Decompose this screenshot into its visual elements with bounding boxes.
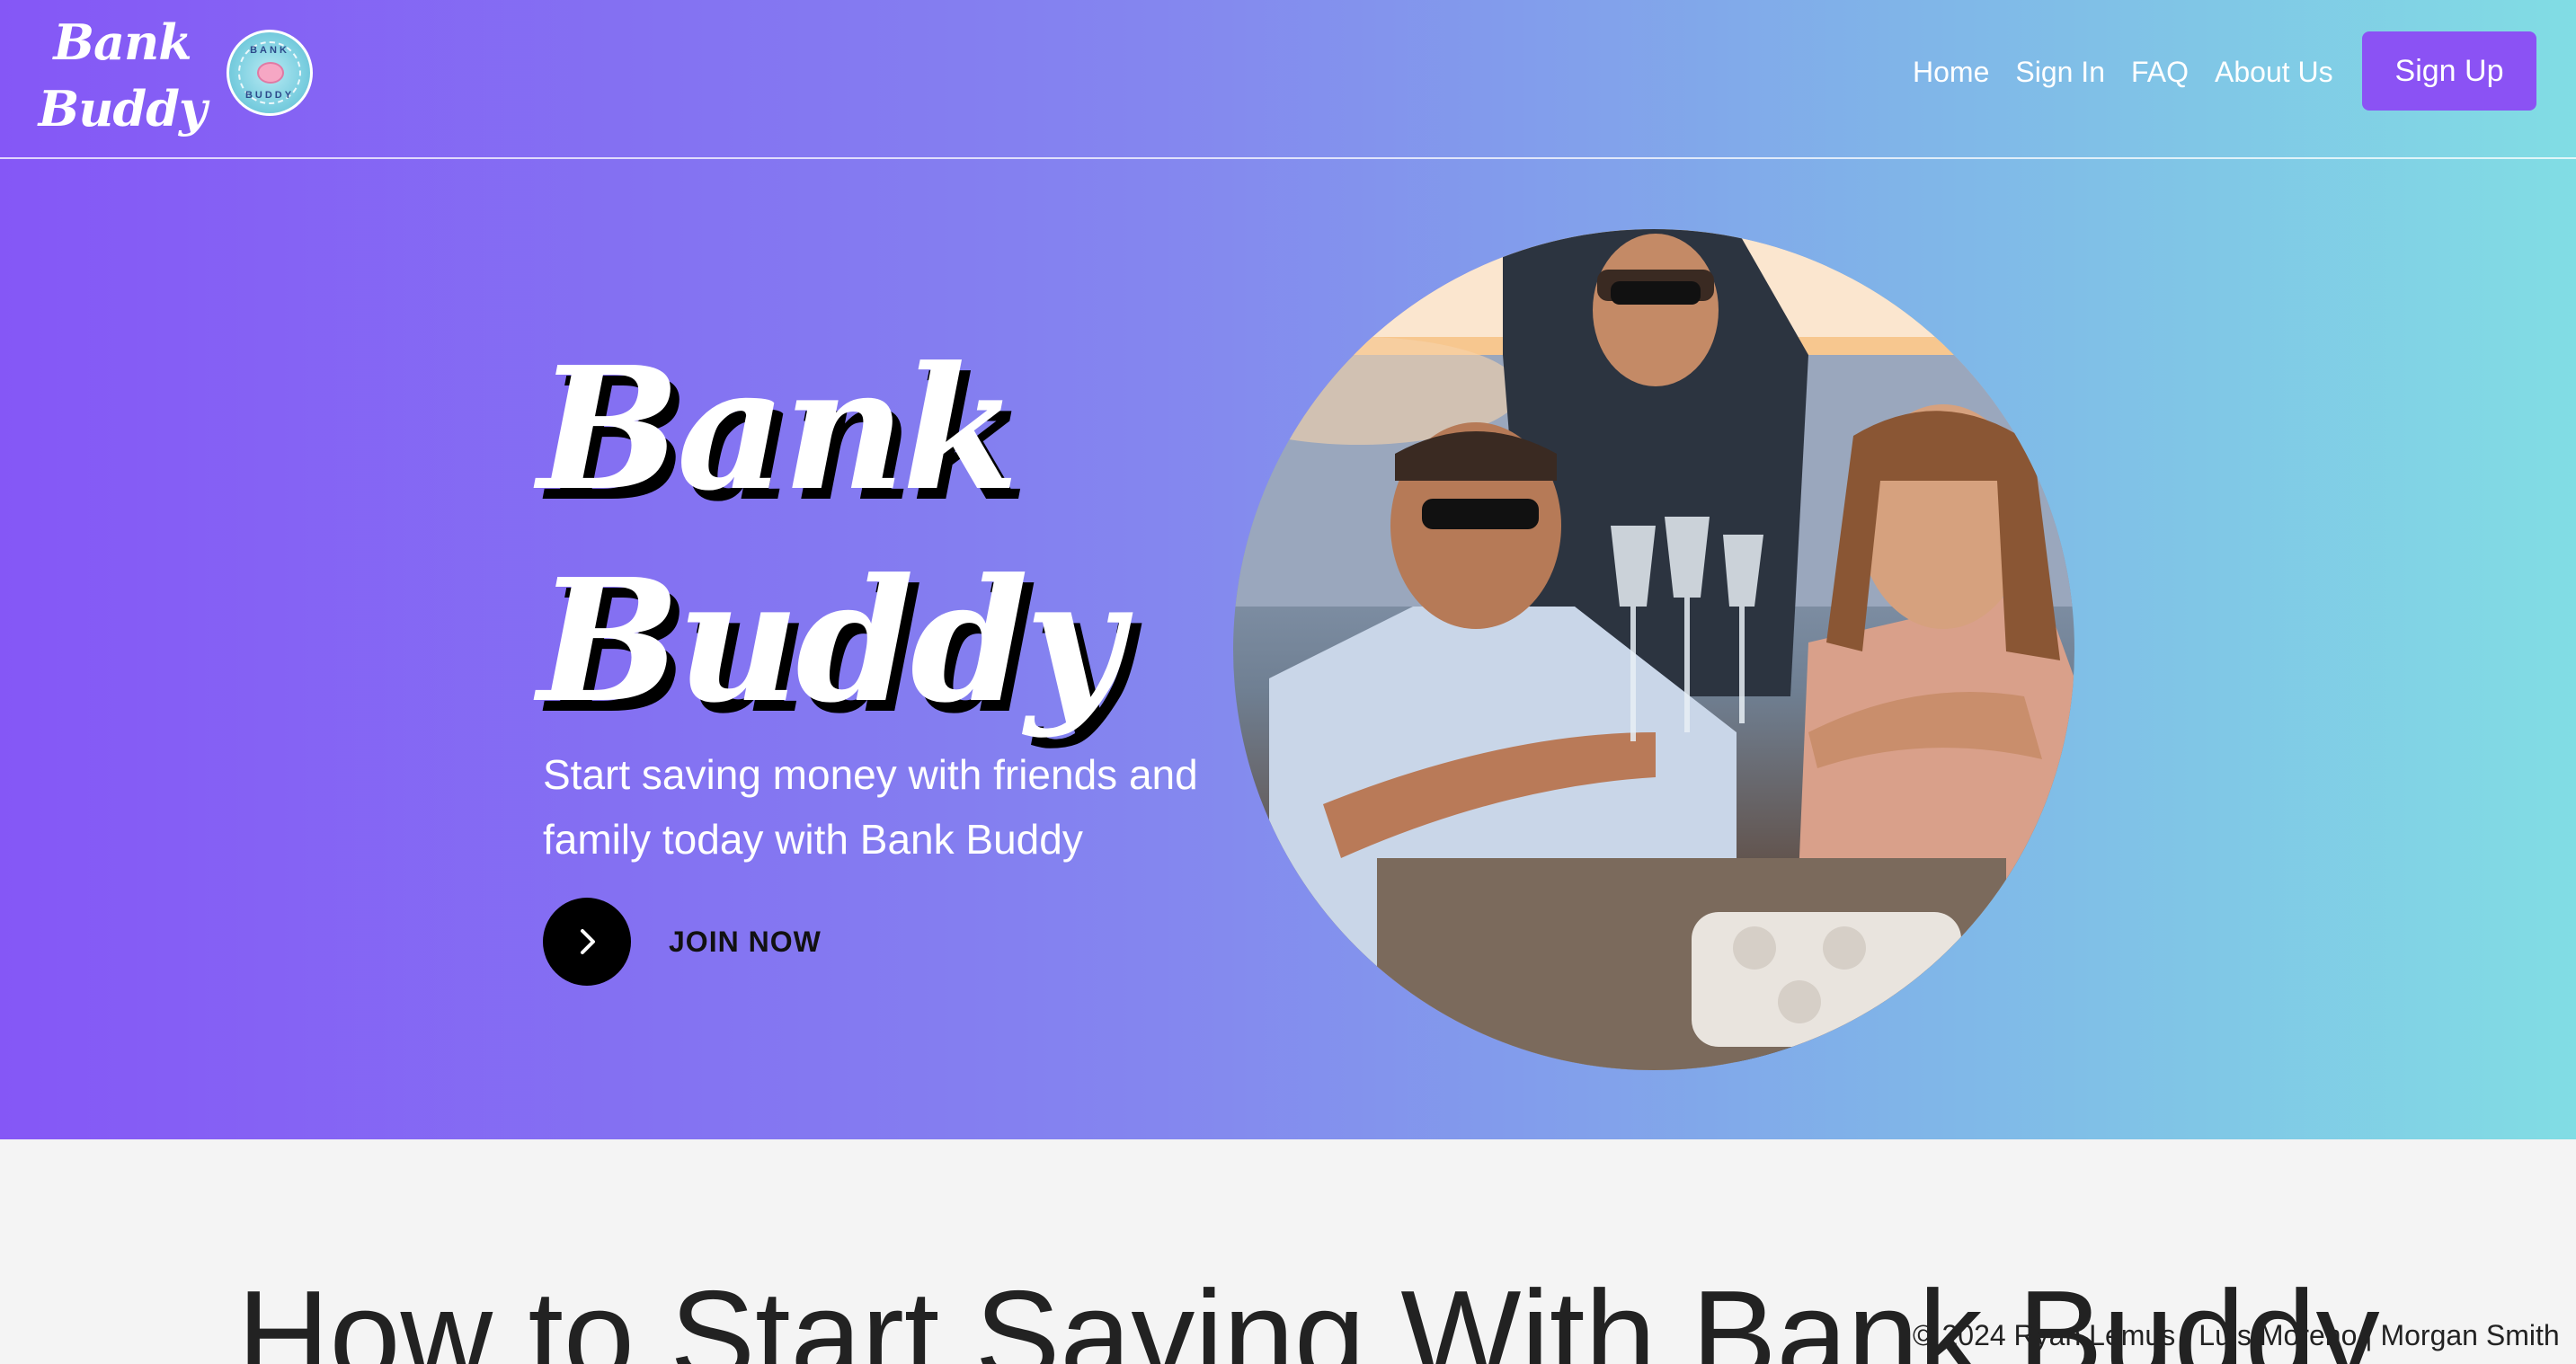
hero-title-line-2: Buddy [537, 542, 1124, 740]
badge-bottom-text: BUDDY [244, 90, 295, 101]
sign-up-button[interactable]: Sign Up [2362, 31, 2536, 111]
logo-line-1: Bank [53, 13, 191, 71]
logo-line-2: Buddy [38, 80, 208, 137]
hero-subtitle-line-2: family today with Bank Buddy [543, 816, 1083, 863]
nav-link-faq[interactable]: FAQ [2131, 52, 2189, 92]
hero-title: Bank Buddy [537, 323, 1221, 748]
hero-subtitle: Start saving money with friends and fami… [543, 742, 1244, 872]
join-now-button[interactable] [543, 898, 631, 986]
hero-title-line-1: Bank [537, 330, 1019, 528]
brand-logo-text[interactable]: Bank Buddy [32, 9, 212, 142]
nav-link-sign-in[interactable]: Sign In [2015, 52, 2105, 92]
nav-link-about-us[interactable]: About Us [2215, 52, 2333, 92]
photo-illustration [1233, 229, 2074, 1070]
piggy-icon [257, 62, 284, 84]
friends-toasting-photo [1233, 229, 2074, 1070]
badge-top-text: BANK [250, 45, 289, 56]
top-navbar: Bank Buddy BANK BUDDY Home Sign In FAQ A… [0, 0, 2576, 159]
hero-subtitle-line-1: Start saving money with friends and [543, 751, 1198, 798]
hero-section: Bank Buddy BANK BUDDY Home Sign In FAQ A… [0, 0, 2576, 1139]
nav-link-home[interactable]: Home [1913, 52, 1989, 92]
footer-credits: © 2024 Ryan Lemus | Luis Moreno | Morgan… [1913, 1319, 2560, 1351]
chevron-right-icon [581, 929, 595, 954]
join-now-label[interactable]: JOIN NOW [669, 924, 822, 960]
piggy-bank-logo-icon[interactable]: BANK BUDDY [227, 30, 313, 116]
nav-links: Home Sign In FAQ About Us [1913, 52, 2359, 92]
